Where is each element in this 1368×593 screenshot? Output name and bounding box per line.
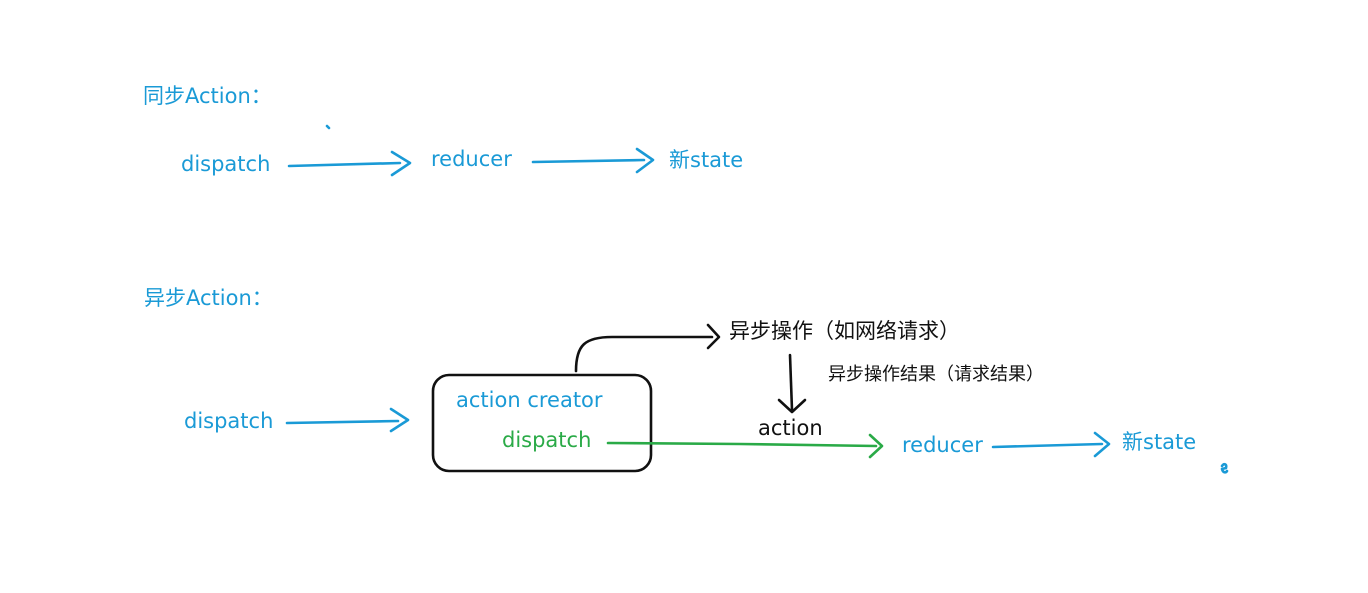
arrow-async-dispatch-to-creator — [285, 407, 410, 433]
arrow-creator-to-async-op — [574, 323, 721, 373]
stray-mark — [1220, 462, 1229, 474]
redux-flow-diagram: 同步Action： dispatch reducer 新state 异步Acti… — [0, 0, 1368, 593]
async-title: 异步Action： — [144, 286, 273, 310]
arrow-async-reducer-to-state — [991, 431, 1111, 458]
sync-dispatch-label: dispatch — [181, 152, 271, 176]
sync-title: 同步Action： — [143, 84, 272, 108]
async-dispatch-label: dispatch — [184, 409, 274, 433]
async-new-state-label: 新state — [1122, 430, 1197, 454]
action-creator-label: action creator — [456, 388, 603, 412]
sync-reducer-label: reducer — [431, 147, 512, 171]
inner-dispatch-label: dispatch — [502, 428, 592, 452]
async-operation-label: 异步操作（如网络请求） — [729, 319, 960, 343]
arrow-dispatch-to-reducer — [606, 433, 884, 459]
arrow-async-op-to-action — [777, 353, 807, 414]
async-result-label: 异步操作结果（请求结果） — [828, 364, 1044, 385]
action-label: action — [758, 416, 823, 440]
arrow-sync-dispatch-to-reducer — [287, 150, 412, 177]
async-reducer-label: reducer — [902, 433, 983, 457]
arrow-sync-reducer-to-state — [531, 147, 655, 174]
sync-new-state-label: 新state — [669, 148, 744, 172]
stray-mark — [325, 124, 331, 130]
